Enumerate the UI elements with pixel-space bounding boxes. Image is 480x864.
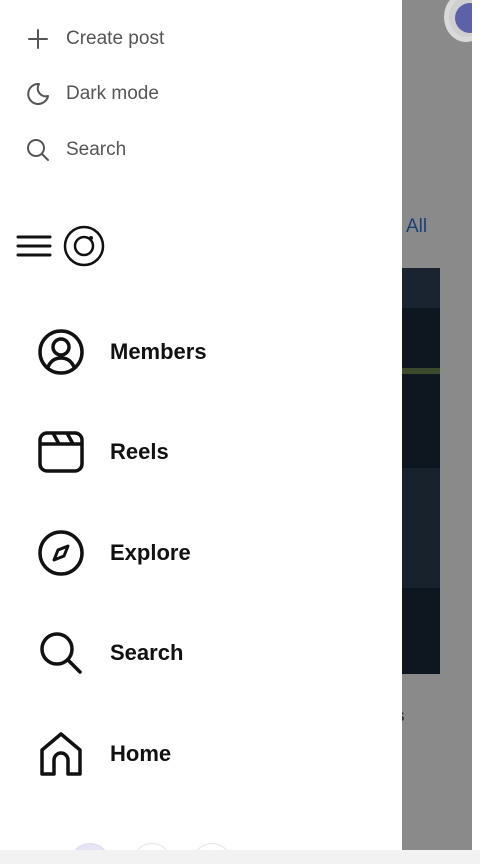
nav-item-search[interactable]: Search xyxy=(36,627,183,679)
nav-label-members: Members xyxy=(110,339,207,364)
bottom-system-bar xyxy=(0,850,480,864)
filter-all-link[interactable]: All xyxy=(406,216,427,238)
compass-icon xyxy=(36,528,86,578)
nav-label-search: Search xyxy=(110,640,184,665)
nav-item-home[interactable]: Home xyxy=(36,728,171,780)
background-page: All s xyxy=(402,0,480,864)
scrollbar-edge xyxy=(472,0,480,864)
plus-icon xyxy=(24,25,52,53)
dark-mode-label: Dark mode xyxy=(66,83,159,104)
dark-mode-item[interactable]: Dark mode xyxy=(24,79,159,109)
hamburger-menu-icon[interactable] xyxy=(16,231,52,261)
logo-icon[interactable] xyxy=(62,224,106,268)
search-icon xyxy=(24,136,52,164)
nav-item-members[interactable]: Members xyxy=(36,326,207,378)
top-search-label: Search xyxy=(66,139,127,160)
nav-label-explore: Explore xyxy=(110,540,191,565)
drawer-header xyxy=(16,224,106,268)
post-media-thumbnail[interactable] xyxy=(402,268,440,674)
clipped-post-text: s xyxy=(402,706,405,726)
create-post-item[interactable]: Create post xyxy=(24,24,164,54)
search-icon xyxy=(36,628,86,678)
home-icon xyxy=(36,729,86,779)
user-circle-icon xyxy=(36,327,86,377)
nav-item-explore[interactable]: Explore xyxy=(36,527,191,579)
top-search-item[interactable]: Search xyxy=(24,135,126,165)
nav-label-reels: Reels xyxy=(110,439,169,464)
moon-icon xyxy=(24,80,52,108)
nav-item-reels[interactable]: Reels xyxy=(36,426,169,478)
reels-icon xyxy=(36,427,86,477)
nav-label-home: Home xyxy=(110,741,172,766)
create-post-label: Create post xyxy=(66,28,165,49)
side-drawer: Create post Dark mode Search Members Ree… xyxy=(0,0,402,864)
